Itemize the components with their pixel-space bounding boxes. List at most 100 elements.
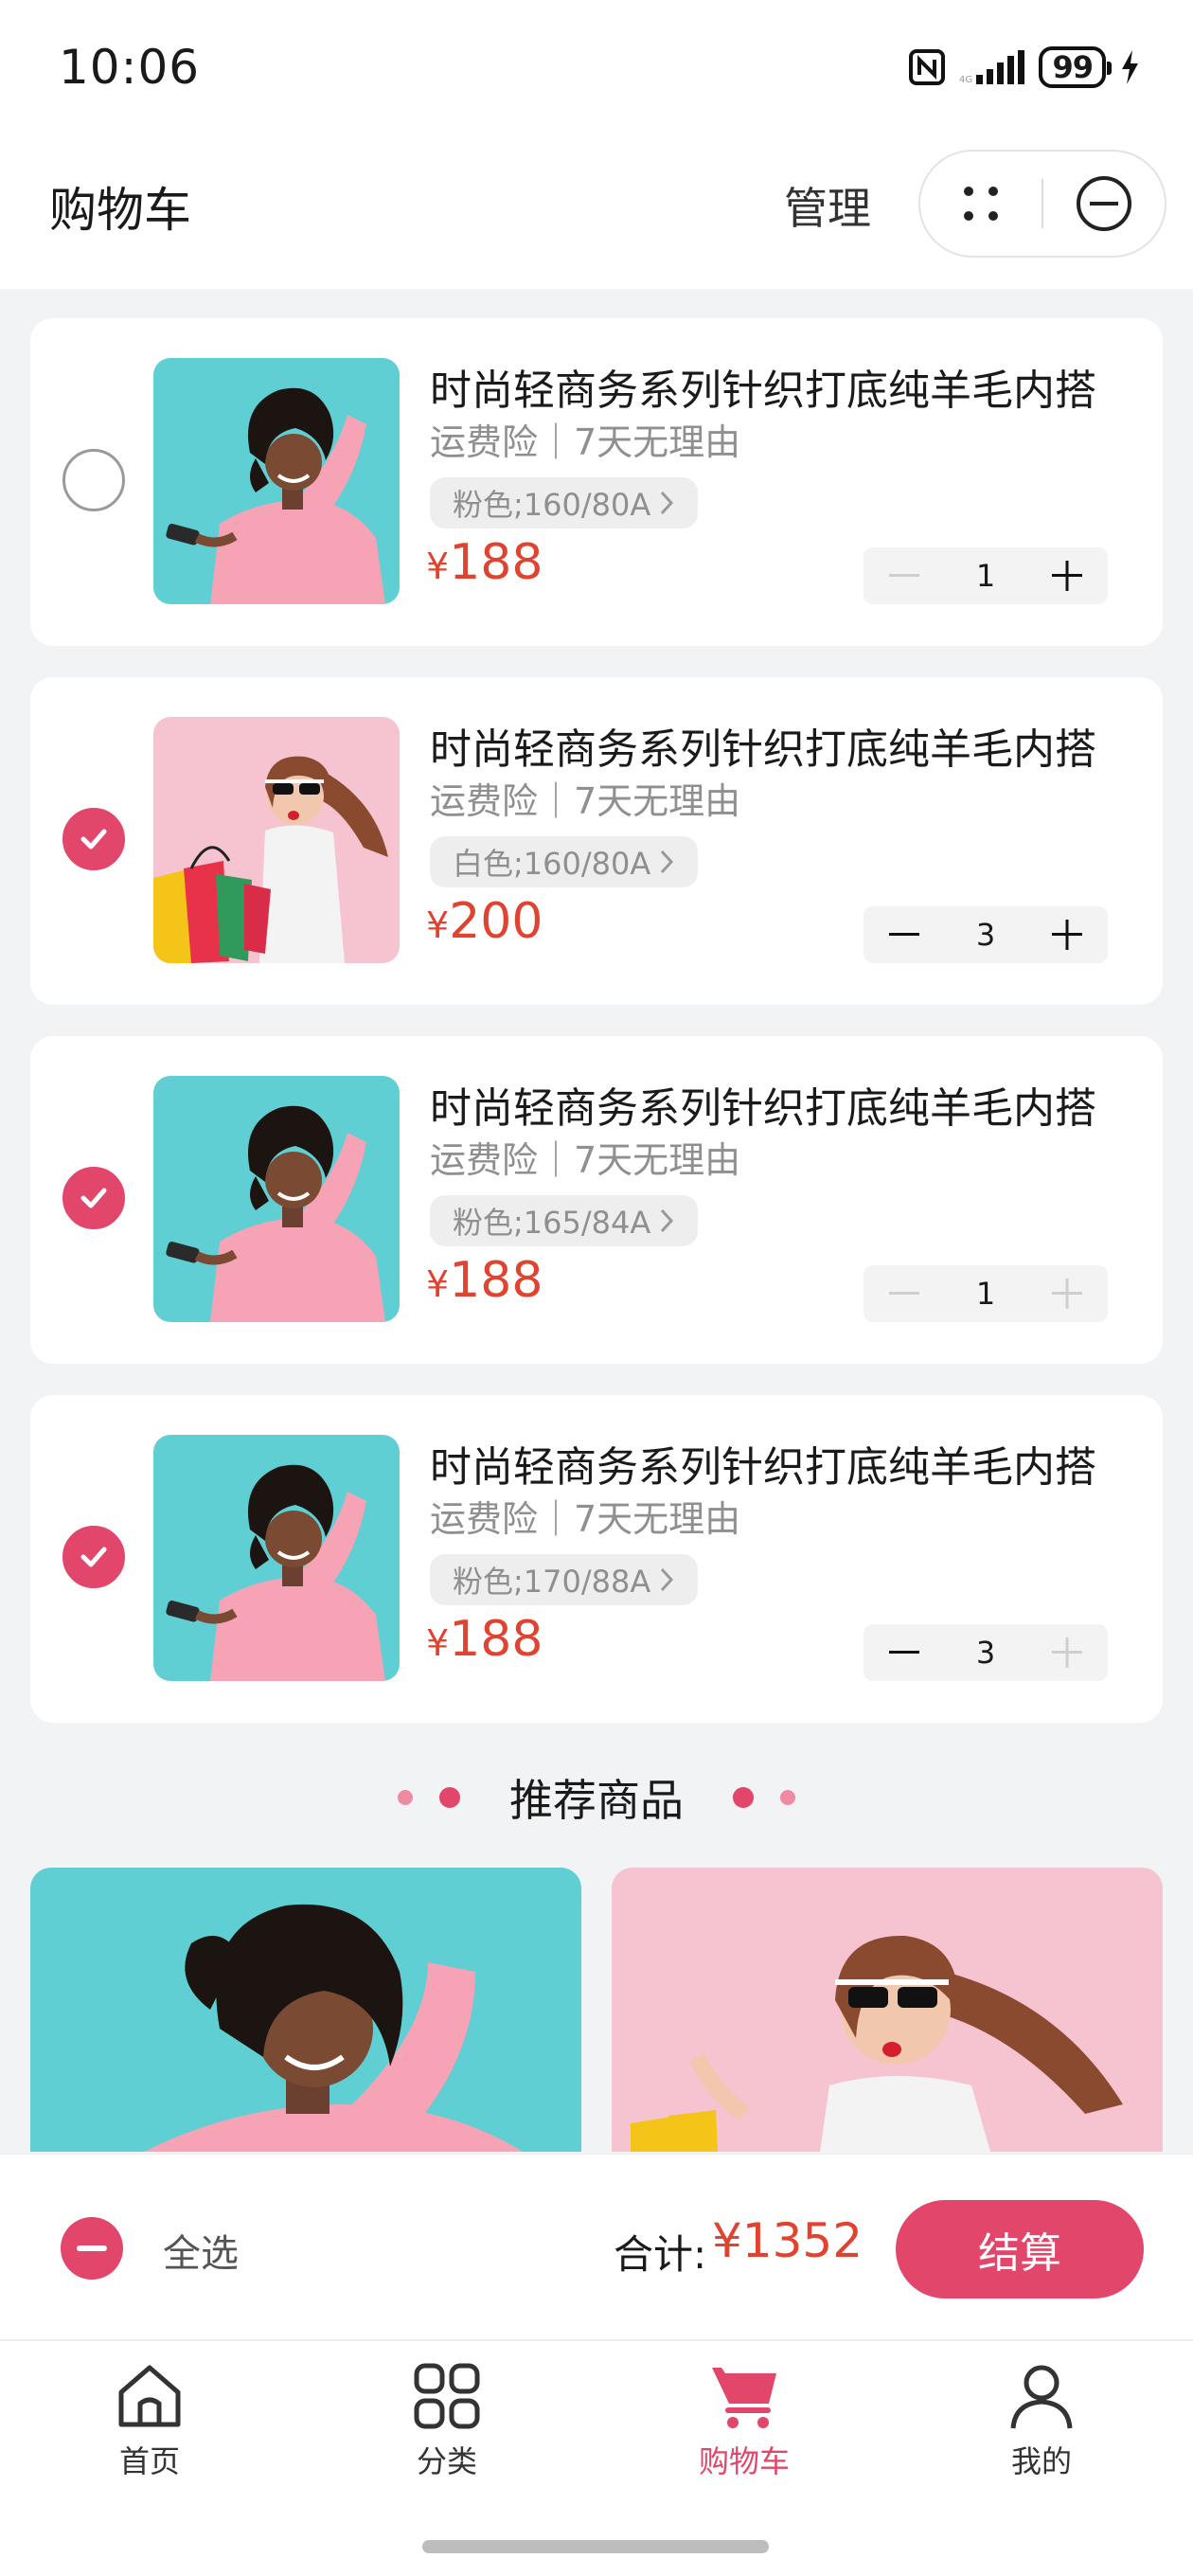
cart-item: 时尚轻商务系列针织打底纯羊毛内搭 运费险｜7天无理由 白色;160/80A ¥2… bbox=[30, 677, 1163, 1005]
nfc-icon bbox=[909, 49, 946, 85]
product-title[interactable]: 时尚轻商务系列针织打底纯羊毛内搭 bbox=[430, 1433, 1096, 1494]
decor-dot bbox=[780, 1790, 795, 1805]
spec-label: 白色;160/80A bbox=[453, 846, 651, 882]
check-icon bbox=[80, 1547, 107, 1567]
recommend-product-image bbox=[30, 1868, 581, 2152]
product-service: 运费险｜7天无理由 bbox=[430, 1498, 741, 1540]
quantity-stepper: 3 bbox=[864, 1624, 1108, 1681]
close-mini-program-button[interactable] bbox=[1043, 152, 1165, 256]
minus-icon bbox=[889, 574, 919, 577]
spec-label: 粉色;170/88A bbox=[453, 1564, 651, 1600]
cart-item: 时尚轻商务系列针织打底纯羊毛内搭 运费险｜7天无理由 粉色;165/84A ¥1… bbox=[30, 1036, 1163, 1364]
minus-icon bbox=[889, 1292, 919, 1295]
increase-button[interactable] bbox=[1026, 906, 1108, 963]
item-checkbox[interactable] bbox=[62, 1167, 125, 1229]
quantity-value[interactable]: 3 bbox=[945, 917, 1026, 953]
decrease-button[interactable] bbox=[864, 1265, 945, 1322]
product-title[interactable]: 时尚轻商务系列针织打底纯羊毛内搭 bbox=[430, 715, 1096, 776]
product-price: ¥188 bbox=[426, 1252, 543, 1309]
minus-circle-icon bbox=[1076, 176, 1131, 231]
cart-icon bbox=[712, 2368, 776, 2428]
spec-label: 粉色;165/84A bbox=[453, 1205, 651, 1241]
spec-selector[interactable]: 粉色;160/80A bbox=[430, 477, 699, 528]
tab-label: 我的 bbox=[1010, 2443, 1072, 2479]
partial-select-icon bbox=[77, 2245, 107, 2251]
price-currency: ¥ bbox=[426, 904, 450, 946]
decor-dot bbox=[439, 1787, 460, 1808]
spec-selector[interactable]: 粉色;165/84A bbox=[430, 1195, 699, 1246]
price-currency: ¥ bbox=[426, 546, 450, 587]
manage-button[interactable]: 管理 bbox=[784, 174, 871, 237]
total-label: 合计: bbox=[614, 2231, 707, 2278]
status-time: 10:06 bbox=[59, 40, 201, 95]
item-checkbox[interactable] bbox=[62, 808, 125, 870]
item-checkbox[interactable] bbox=[62, 1526, 125, 1588]
price-value: 188 bbox=[449, 1252, 543, 1309]
recommend-header: 推荐商品 bbox=[0, 1760, 1193, 1835]
spec-selector[interactable]: 白色;160/80A bbox=[430, 836, 699, 887]
quantity-value[interactable]: 3 bbox=[945, 1635, 1026, 1671]
product-image[interactable] bbox=[153, 1076, 400, 1322]
price-value: 188 bbox=[449, 534, 543, 591]
tab-home[interactable]: 首页 bbox=[55, 2360, 244, 2502]
product-service: 运费险｜7天无理由 bbox=[430, 1139, 741, 1181]
decrease-button[interactable] bbox=[864, 906, 945, 963]
increase-button[interactable] bbox=[1026, 547, 1108, 604]
item-checkbox[interactable] bbox=[62, 449, 125, 511]
check-icon bbox=[80, 1188, 107, 1208]
quantity-value[interactable]: 1 bbox=[945, 1276, 1026, 1312]
tab-label: 购物车 bbox=[698, 2443, 790, 2479]
plus-icon bbox=[1052, 1637, 1082, 1668]
minus-icon bbox=[889, 1651, 919, 1654]
recommend-title: 推荐商品 bbox=[509, 1775, 684, 1826]
status-bar: 10:06 4G 99 bbox=[0, 0, 1193, 133]
recommend-product-image bbox=[612, 1868, 1163, 2152]
product-service: 运费险｜7天无理由 bbox=[430, 780, 741, 822]
product-price: ¥188 bbox=[426, 534, 543, 591]
page-title: 购物车 bbox=[49, 183, 191, 238]
product-title[interactable]: 时尚轻商务系列针织打底纯羊毛内搭 bbox=[430, 1074, 1096, 1135]
chevron-right-icon bbox=[661, 491, 674, 515]
tab-cart[interactable]: 购物车 bbox=[650, 2360, 839, 2502]
home-icon bbox=[118, 2365, 181, 2427]
product-image[interactable] bbox=[153, 358, 400, 604]
tab-label: 首页 bbox=[118, 2443, 180, 2479]
plus-icon bbox=[1052, 561, 1082, 591]
recommend-card[interactable] bbox=[612, 1868, 1163, 2152]
price-currency: ¥ bbox=[426, 1263, 450, 1305]
product-image[interactable] bbox=[153, 1435, 400, 1681]
check-icon bbox=[80, 829, 107, 850]
product-image[interactable] bbox=[153, 717, 400, 963]
product-price: ¥188 bbox=[426, 1611, 543, 1668]
mini-program-capsule bbox=[918, 150, 1166, 258]
battery-level: 99 bbox=[1052, 49, 1094, 85]
grid-icon bbox=[414, 2363, 480, 2429]
increase-button[interactable] bbox=[1026, 1265, 1108, 1322]
checkout-button[interactable]: 结算 bbox=[896, 2200, 1144, 2299]
price-value: 188 bbox=[449, 1611, 543, 1668]
quantity-value[interactable]: 1 bbox=[945, 558, 1026, 594]
decrease-button[interactable] bbox=[864, 547, 945, 604]
product-title[interactable]: 时尚轻商务系列针织打底纯羊毛内搭 bbox=[430, 356, 1096, 417]
spec-label: 粉色;160/80A bbox=[453, 487, 651, 523]
quantity-stepper: 3 bbox=[864, 906, 1108, 963]
chevron-right-icon bbox=[661, 1567, 674, 1592]
plus-icon bbox=[1052, 1279, 1082, 1309]
decor-dot bbox=[398, 1790, 413, 1805]
plus-icon bbox=[1052, 920, 1082, 950]
recommend-card[interactable] bbox=[30, 1868, 581, 2152]
total-amount: ¥1352 bbox=[712, 2213, 864, 2268]
quantity-stepper: 1 bbox=[864, 1265, 1108, 1322]
home-indicator[interactable] bbox=[422, 2540, 769, 2553]
increase-button[interactable] bbox=[1026, 1624, 1108, 1681]
more-menu-button[interactable] bbox=[920, 152, 1042, 256]
status-icons: 4G 99 bbox=[908, 44, 1140, 91]
user-icon bbox=[1010, 2365, 1073, 2429]
more-dots-icon bbox=[964, 187, 998, 221]
decrease-button[interactable] bbox=[864, 1624, 945, 1681]
spec-selector[interactable]: 粉色;170/88A bbox=[430, 1554, 699, 1605]
tab-category[interactable]: 分类 bbox=[352, 2360, 542, 2502]
select-all-label[interactable]: 全选 bbox=[163, 2223, 239, 2278]
tab-profile[interactable]: 我的 bbox=[947, 2360, 1136, 2502]
select-all-checkbox[interactable] bbox=[61, 2217, 123, 2280]
